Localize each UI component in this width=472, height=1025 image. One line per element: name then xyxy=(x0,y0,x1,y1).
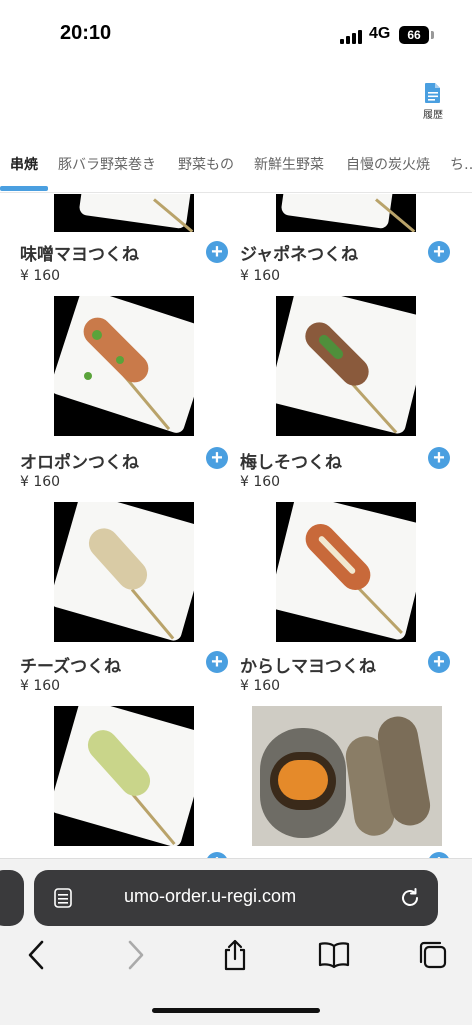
item-photo[interactable] xyxy=(54,706,194,846)
item-photo[interactable] xyxy=(54,194,194,232)
tab-charcoal-grill[interactable]: 自慢の炭火焼 xyxy=(346,154,430,174)
item-name: からしマヨつくね xyxy=(240,657,376,677)
tabs-icon[interactable] xyxy=(416,938,450,972)
previous-tab-preview[interactable] xyxy=(0,870,24,926)
item-photo[interactable] xyxy=(276,502,416,642)
tab-yasai-mono[interactable]: 野菜もの xyxy=(178,154,234,174)
share-icon[interactable] xyxy=(220,938,250,972)
battery-icon: 66 xyxy=(399,26,429,44)
add-button[interactable]: + xyxy=(206,651,228,673)
item-photo[interactable] xyxy=(54,296,194,436)
forward-icon[interactable] xyxy=(124,938,148,972)
home-indicator xyxy=(152,1008,320,1013)
add-button[interactable]: + xyxy=(428,447,450,469)
document-icon xyxy=(425,83,440,103)
add-button[interactable]: + xyxy=(428,651,450,673)
item-photo[interactable] xyxy=(276,194,416,232)
item-photo[interactable] xyxy=(276,296,416,436)
item-name: オロポンつくね xyxy=(20,453,139,473)
item-price: ¥ 160 xyxy=(240,678,281,694)
status-time: 20:10 xyxy=(60,22,112,44)
url-text: umo-order.u-regi.com xyxy=(124,886,297,906)
add-button[interactable]: + xyxy=(206,447,228,469)
tab-kushiyaki[interactable]: 串焼 xyxy=(10,154,38,174)
address-bar[interactable]: umo-order.u-regi.com xyxy=(34,870,438,926)
item-name: 味噌マヨつくね xyxy=(20,245,139,265)
reload-icon[interactable] xyxy=(398,886,422,910)
status-bar: 20:10 4G 66 xyxy=(0,0,472,70)
tab-more[interactable]: ち… xyxy=(450,154,472,174)
add-button[interactable]: + xyxy=(206,241,228,263)
bookmarks-icon[interactable] xyxy=(316,938,352,972)
back-icon[interactable] xyxy=(24,938,48,972)
item-photo[interactable] xyxy=(54,502,194,642)
battery-tip xyxy=(431,31,434,39)
item-name: ジャポネつくね xyxy=(240,245,359,265)
active-tab-indicator xyxy=(0,186,48,191)
category-tabs: 串焼 豚バラ野菜巻き 野菜もの 新鮮生野菜 自慢の炭火焼 ち… xyxy=(0,140,472,193)
item-price: ¥ 160 xyxy=(20,474,61,490)
item-price: ¥ 160 xyxy=(240,268,281,284)
history-button[interactable]: 履歴 xyxy=(418,82,448,121)
item-price: ¥ 160 xyxy=(20,268,61,284)
item-name: チーズつくね xyxy=(20,657,122,677)
tab-fresh-vegetables[interactable]: 新鮮生野菜 xyxy=(254,154,324,174)
item-name: 梅しそつくね xyxy=(240,453,342,473)
item-price: ¥ 160 xyxy=(240,474,281,490)
item-price: ¥ 160 xyxy=(20,678,61,694)
signal-icon xyxy=(340,28,364,44)
add-button[interactable]: + xyxy=(428,241,450,263)
history-label: 履歴 xyxy=(423,110,443,121)
network-type: 4G xyxy=(369,25,391,42)
page-menu-icon[interactable] xyxy=(52,887,74,909)
tab-butabara[interactable]: 豚バラ野菜巻き xyxy=(58,154,156,174)
item-photo[interactable] xyxy=(252,706,442,846)
